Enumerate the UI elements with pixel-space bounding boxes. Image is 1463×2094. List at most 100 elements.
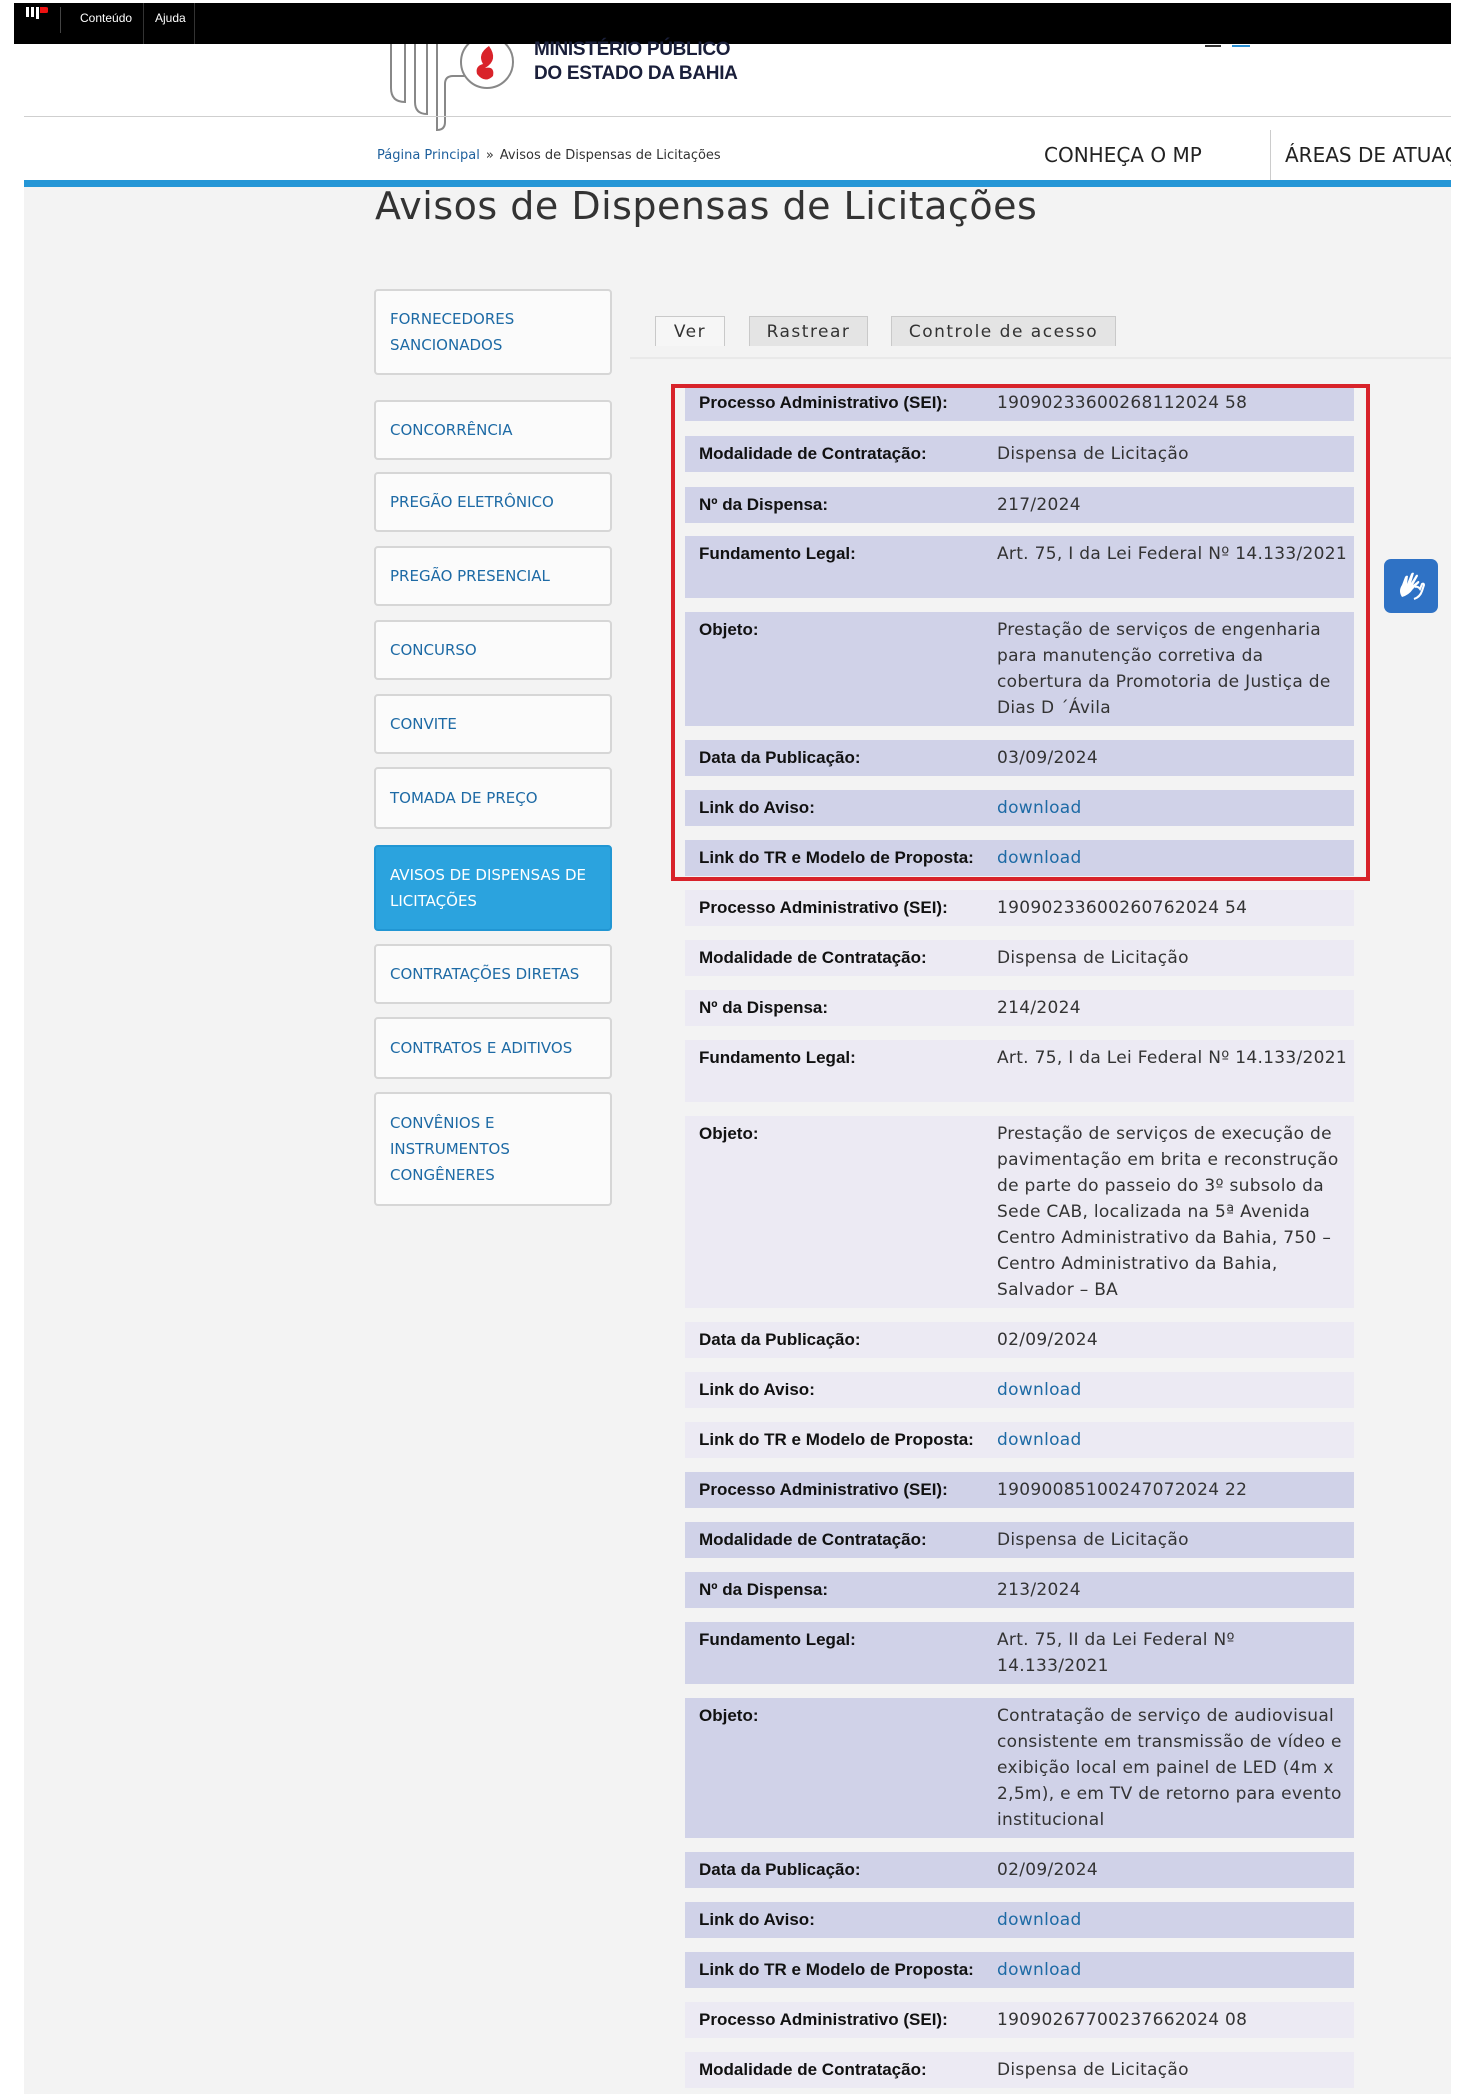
- breadcrumb-current: Avisos de Dispensas de Licitações: [499, 148, 721, 163]
- field-value: 02/09/2024: [997, 1860, 1098, 1880]
- record-0-row-link_tr: Link do TR e Modelo de Proposta: download: [685, 840, 1354, 876]
- record-0-row-processo: Processo Administrativo (SEI): 1909023360…: [685, 385, 1354, 421]
- field-value: 19090267700237662024 08: [997, 2010, 1248, 2030]
- topbar-link-conteudo[interactable]: Conteúdo: [68, 3, 144, 44]
- download-link[interactable]: download: [997, 848, 1082, 868]
- field-label: Nº da Dispensa:: [699, 495, 829, 514]
- field-value: Dispensa de Licitação: [997, 444, 1189, 464]
- tab-rastrear[interactable]: Rastrear: [749, 316, 868, 346]
- sidebar-item-4[interactable]: CONCURSO: [374, 620, 612, 680]
- record-3-row-modalidade: Modalidade de Contratação: Dispensa de Li…: [685, 2052, 1354, 2088]
- tab-underline: [630, 357, 1451, 359]
- record-1-row-data: Data da Publicação: 02/09/2024: [685, 1322, 1354, 1358]
- record-2-row-processo: Processo Administrativo (SEI): 1909008510…: [685, 1472, 1354, 1508]
- mp-mini-logo-icon[interactable]: [26, 6, 48, 20]
- sidebar-item-2[interactable]: PREGÃO ELETRÔNICO: [374, 472, 612, 532]
- record-2-row-dispensa: Nº da Dispensa: 213/2024: [685, 1572, 1354, 1608]
- field-label: Processo Administrativo (SEI):: [699, 393, 948, 412]
- tab-ver[interactable]: Ver: [655, 316, 725, 346]
- field-label: Processo Administrativo (SEI):: [699, 898, 948, 917]
- field-label: Fundamento Legal:: [699, 1630, 856, 1649]
- mp-bahia-logo-icon[interactable]: [385, 44, 517, 134]
- field-value: Prestação de serviços de execução de pav…: [997, 1124, 1339, 1300]
- sidebar-item-7[interactable]: AVISOS DE DISPENSAS DE LICITAÇÕES: [374, 845, 612, 931]
- field-label: Nº da Dispensa:: [699, 998, 829, 1017]
- record-0-row-fundamento: Fundamento Legal: Art. 75, I da Lei Feder…: [685, 536, 1354, 598]
- nav-item-conheca-o-mp[interactable]: CONHEÇA O MP: [1044, 130, 1290, 184]
- record-0-row-objeto: Objeto: Prestação de serviços de engenhar…: [685, 612, 1354, 726]
- download-link[interactable]: download: [997, 1910, 1082, 1930]
- field-label: Data da Publicação:: [699, 1330, 861, 1349]
- field-value: download: [997, 795, 1354, 826]
- brand-line-2: DO ESTADO DA BAHIA: [534, 63, 738, 84]
- sidebar-item-5[interactable]: CONVITE: [374, 694, 612, 754]
- record-0-row-link_aviso: Link do Aviso: download: [685, 790, 1354, 826]
- sidebar-item-10[interactable]: CONVÊNIOS E INSTRUMENTOS CONGÊNERES: [374, 1092, 612, 1206]
- field-value: Dispensa de Licitação: [997, 1530, 1189, 1550]
- field-label: Link do Aviso:: [699, 1380, 815, 1399]
- record-1-row-link_aviso: Link do Aviso: download: [685, 1372, 1354, 1408]
- download-link[interactable]: download: [997, 798, 1082, 818]
- record-1-row-link_tr: Link do TR e Modelo de Proposta: download: [685, 1422, 1354, 1458]
- field-label: Processo Administrativo (SEI):: [699, 2010, 948, 2029]
- field-value: 19090233600260762024 54: [997, 898, 1248, 918]
- download-link[interactable]: download: [997, 1960, 1082, 1980]
- field-label: Modalidade de Contratação:: [699, 444, 927, 463]
- field-label: Objeto:: [699, 1706, 759, 1725]
- field-value: Art. 75, I da Lei Federal Nº 14.133/2021: [997, 544, 1348, 564]
- breadcrumb: Página Principal » Avisos de Dispensas de …: [377, 148, 721, 163]
- field-value: Dispensa de Licitação: [997, 2060, 1189, 2080]
- field-label: Link do Aviso:: [699, 798, 815, 817]
- record-0-row-data: Data da Publicação: 03/09/2024: [685, 740, 1354, 776]
- vlibras-accessibility-button[interactable]: [1384, 559, 1438, 613]
- record-2-row-objeto: Objeto: Contratação de serviço de audiovi…: [685, 1698, 1354, 1838]
- download-link[interactable]: download: [997, 1380, 1082, 1400]
- field-label: Modalidade de Contratação:: [699, 2060, 927, 2079]
- field-label: Nº da Dispensa:: [699, 1580, 829, 1599]
- field-value: Art. 75, II da Lei Federal Nº 14.133/202…: [997, 1630, 1235, 1676]
- topbar-link-ajuda[interactable]: Ajuda: [145, 3, 195, 44]
- field-label: Link do Aviso:: [699, 1910, 815, 1929]
- field-value: 02/09/2024: [997, 1330, 1098, 1350]
- sidebar-item-0[interactable]: FORNECEDORES SANCIONADOS: [374, 289, 612, 375]
- field-value: download: [997, 1427, 1354, 1458]
- header-icon-left[interactable]: [1205, 38, 1221, 47]
- field-value: download: [997, 845, 1354, 876]
- header-icon-right[interactable]: [1232, 38, 1250, 47]
- record-2-row-modalidade: Modalidade de Contratação: Dispensa de Li…: [685, 1522, 1354, 1558]
- record-3-row-processo: Processo Administrativo (SEI): 1909026770…: [685, 2002, 1354, 2038]
- field-label: Link do TR e Modelo de Proposta:: [699, 1430, 974, 1449]
- field-label: Data da Publicação:: [699, 1860, 861, 1879]
- sidebar-item-1[interactable]: CONCORRÊNCIA: [374, 400, 612, 460]
- field-value: 19090085100247072024 22: [997, 1480, 1248, 1500]
- record-2-row-link_tr: Link do TR e Modelo de Proposta: download: [685, 1952, 1354, 1988]
- download-link[interactable]: download: [997, 1430, 1082, 1450]
- field-value: download: [997, 1377, 1354, 1408]
- field-label: Link do TR e Modelo de Proposta:: [699, 1960, 974, 1979]
- nav-item-areas-de-atuacao[interactable]: ÁREAS DE ATUAÇÃO: [1270, 130, 1451, 184]
- record-0-row-dispensa: Nº da Dispensa: 217/2024: [685, 487, 1354, 523]
- record-2-row-data: Data da Publicação: 02/09/2024: [685, 1852, 1354, 1888]
- field-value: Contratação de serviço de audiovisual co…: [997, 1706, 1342, 1830]
- field-label: Data da Publicação:: [699, 748, 861, 767]
- header-divider: [24, 116, 1451, 117]
- field-value: 213/2024: [997, 1580, 1081, 1600]
- record-1-row-objeto: Objeto: Prestação de serviços de execução…: [685, 1116, 1354, 1308]
- sign-language-hands-icon: [1400, 572, 1426, 600]
- field-label: Processo Administrativo (SEI):: [699, 1480, 948, 1499]
- sidebar-item-8[interactable]: CONTRATAÇÕES DIRETAS: [374, 944, 612, 1004]
- field-value: Art. 75, I da Lei Federal Nº 14.133/2021: [997, 1048, 1348, 1068]
- brand-name[interactable]: MINISTÉRIO PÚBLICO DO ESTADO DA BAHIA: [534, 38, 738, 86]
- tab-controle-de-acesso[interactable]: Controle de acesso: [891, 316, 1116, 346]
- topbar-divider: [60, 7, 61, 33]
- sidebar-item-6[interactable]: TOMADA DE PREÇO: [374, 767, 612, 829]
- field-value: download: [997, 1957, 1354, 1988]
- sidebar-item-9[interactable]: CONTRATOS E ADITIVOS: [374, 1017, 612, 1079]
- field-label: Modalidade de Contratação:: [699, 948, 927, 967]
- record-0-row-modalidade: Modalidade de Contratação: Dispensa de Li…: [685, 436, 1354, 472]
- sidebar-item-3[interactable]: PREGÃO PRESENCIAL: [374, 546, 612, 606]
- field-label: Link do TR e Modelo de Proposta:: [699, 848, 974, 867]
- breadcrumb-home-link[interactable]: Página Principal: [377, 148, 480, 163]
- field-label: Fundamento Legal:: [699, 1048, 856, 1067]
- record-2-row-fundamento: Fundamento Legal: Art. 75, II da Lei Fede…: [685, 1622, 1354, 1684]
